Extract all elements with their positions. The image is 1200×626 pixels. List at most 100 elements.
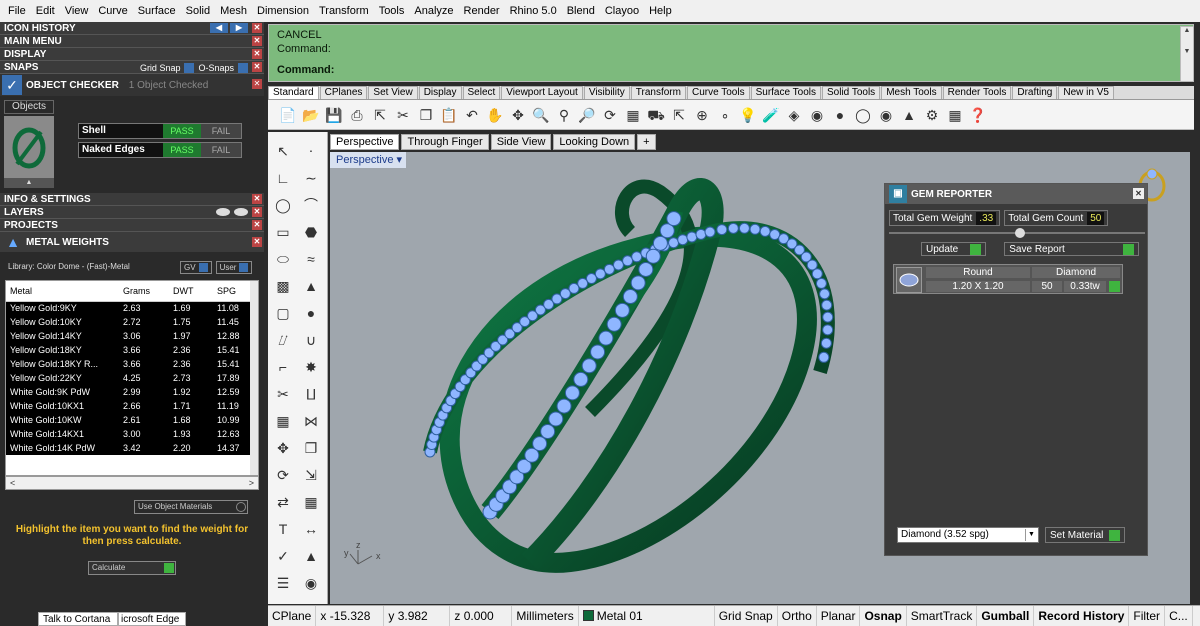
cplane-icon[interactable]: ⊕ [692,105,712,125]
shade-icon[interactable]: ◈ [784,105,804,125]
group-icon[interactable]: ▦ [272,410,294,432]
table-row[interactable]: Yellow Gold:14KY 3.06 1.97 12.88 [6,329,252,343]
main-menu-header[interactable]: MAIN MENU ✕ [0,35,264,48]
user-checkbox-icon[interactable] [239,263,249,272]
close-icon[interactable]: ✕ [252,220,262,230]
snap-icon[interactable]: ∘ [715,105,735,125]
menu-curve[interactable]: Curve [93,5,132,17]
info-settings-header[interactable]: INFO & SETTINGS ✕ [0,193,264,206]
smarttrack-toggle[interactable]: SmartTrack [907,605,978,626]
gumball-toggle[interactable]: Gumball [977,605,1035,626]
scroll-up-icon[interactable]: ▲ [4,178,54,188]
add-viewport-tab[interactable]: + [637,134,656,150]
viewport-tab-looking-down[interactable]: Looking Down [553,134,636,150]
point-icon[interactable]: ⋅ [300,140,322,162]
menu-transform[interactable]: Transform [314,5,374,17]
viewports-icon[interactable]: ▦ [623,105,643,125]
curve-icon[interactable]: ∼ [300,167,322,189]
viewport-title[interactable]: Perspective ▾ [330,152,406,168]
close-icon[interactable]: ✕ [252,79,262,89]
zoom-window-icon[interactable]: ⚲ [554,105,574,125]
material-icon[interactable]: ◉ [876,105,896,125]
use-object-materials-dropdown[interactable]: Use Object Materials [134,500,248,514]
rectangle-icon[interactable]: ▭ [272,221,294,243]
cylinder-icon[interactable]: ⌰ [272,329,294,351]
ellipse-icon[interactable]: ⬭ [272,248,294,270]
chevron-down-icon[interactable]: ▾ [397,154,403,166]
close-icon[interactable]: ✕ [252,49,262,59]
toolbar-tab-solid-tools[interactable]: Solid Tools [822,86,881,99]
menu-render[interactable]: Render [459,5,505,17]
polygon-icon[interactable]: ⬣ [300,221,322,243]
polyline-icon[interactable]: ∟ [272,167,294,189]
light-icon[interactable]: 💡 [738,105,758,125]
close-icon[interactable]: ✕ [1133,188,1144,199]
zoom-icon[interactable]: 🔍 [531,105,551,125]
join-icon[interactable]: ⋈ [300,410,322,432]
paint-icon[interactable]: ▲ [300,545,322,567]
toolbar-tab-new-in-v5[interactable]: New in V5 [1058,86,1114,99]
gem-reporter-titlebar[interactable]: ▣ GEM REPORTER ✕ [885,184,1147,204]
box-icon[interactable]: ▢ [272,302,294,324]
osnaps-toggle[interactable]: O-Snaps [198,63,234,73]
back-arrow-icon[interactable]: ◀ [210,23,228,33]
viewport-tab-through-finger[interactable]: Through Finger [401,134,489,150]
toolbar-tab-standard[interactable]: Standard [268,86,319,99]
cplane-label[interactable]: CPlane [268,605,317,626]
settings-icon[interactable]: ⚙ [922,105,942,125]
copy-icon[interactable]: ❐ [300,437,322,459]
undo-icon[interactable]: ↶ [462,105,482,125]
layer-icon[interactable]: ☰ [272,572,294,594]
vertical-scrollbar[interactable] [250,281,258,475]
filter-toggle[interactable]: Filter [1129,605,1166,626]
save-icon[interactable]: 💾 [324,105,344,125]
scroll-right-icon[interactable]: > [249,478,254,488]
mirror-icon[interactable]: ⇄ [272,491,294,513]
menu-edit[interactable]: Edit [31,5,60,17]
record-history-toggle[interactable]: Record History [1034,605,1130,626]
close-icon[interactable]: ✕ [252,36,262,46]
material-select[interactable]: Diamond (3.52 spg) ▼ [897,527,1039,543]
toolbar-tab-viewport-layout[interactable]: Viewport Layout [501,86,583,99]
copy-icon[interactable]: ❐ [416,105,436,125]
snaps-header[interactable]: SNAPS Grid Snap O-Snaps ✕ [0,61,264,74]
scroll-left-icon[interactable]: < [10,478,15,488]
help-icon[interactable]: ❓ [968,105,988,125]
toolbar-tab-drafting[interactable]: Drafting [1012,86,1058,99]
object-thumbnail[interactable] [4,116,54,178]
display-header[interactable]: DISPLAY ✕ [0,48,264,61]
add-icon[interactable] [1109,281,1120,292]
toolbar-tab-surface-tools[interactable]: Surface Tools [750,86,821,99]
save-report-button[interactable]: Save Report [1004,242,1139,256]
units-label[interactable]: Millimeters [512,605,579,626]
command-prompt[interactable]: Command: [277,64,334,76]
set-material-button[interactable]: Set Material [1045,527,1126,543]
menu-blend[interactable]: Blend [562,5,600,17]
close-icon[interactable]: ✕ [252,23,262,33]
menu-analyze[interactable]: Analyze [409,5,458,17]
update-button[interactable]: Update [921,242,987,256]
array-icon[interactable]: ▦ [300,491,322,513]
table-row[interactable]: White Gold:10KW 2.61 1.68 10.99 [6,413,252,427]
freeform-icon[interactable]: ≈ [300,248,322,270]
chevron-down-icon[interactable]: ▼ [1025,529,1037,541]
column-header-metal[interactable]: Metal [6,281,119,302]
grid-snap-toggle[interactable]: Grid Snap [715,605,778,626]
toolbar-tab-curve-tools[interactable]: Curve Tools [686,86,750,99]
command-history-area[interactable]: CANCEL Command: Command: [268,24,1194,82]
cut-icon[interactable]: ✂ [393,105,413,125]
gem-list[interactable]: Round Diamond 1.20 X 1.20 50 0.33tw [893,264,1123,294]
column-header-grams[interactable]: Grams [119,281,169,302]
car-icon[interactable]: ⛟ [646,105,666,125]
toolbar-tab-select[interactable]: Select [462,86,501,99]
table-row[interactable]: White Gold:10KX1 2.66 1.71 11.19 [6,399,252,413]
paint-icon[interactable]: 🧪 [761,105,781,125]
user-toggle[interactable]: User [215,261,253,274]
grid-icon[interactable]: ▦ [945,105,965,125]
osnap-settings-icon[interactable] [238,62,248,73]
eye-icon[interactable] [234,208,248,216]
ortho-toggle[interactable]: Ortho [778,605,817,626]
toolbar-tab-mesh-tools[interactable]: Mesh Tools [881,86,942,99]
pan-icon[interactable]: ✋ [485,105,505,125]
gv-toggle[interactable]: GV [180,261,212,274]
